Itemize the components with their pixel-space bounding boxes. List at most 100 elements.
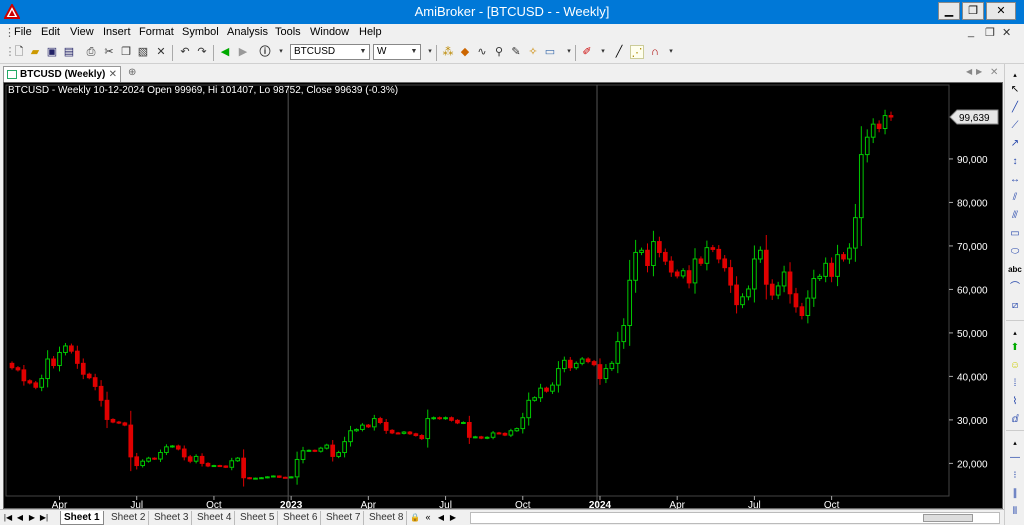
next-sheet-icon[interactable]: ▶ xyxy=(27,512,37,523)
prev-sheet-icon[interactable]: ◀ xyxy=(15,512,25,523)
up-arrow-marker-icon[interactable]: ⬆ xyxy=(1007,340,1023,356)
select-arrow-icon[interactable]: ↖ xyxy=(1007,82,1023,98)
redo-icon[interactable]: ↷ xyxy=(195,45,209,59)
lock-icon[interactable]: 🔒 xyxy=(410,512,420,523)
last-sheet-icon[interactable]: ▶| xyxy=(39,512,49,523)
formula-icon[interactable]: ✎ xyxy=(509,45,523,59)
vertical-line-icon[interactable]: ↕ xyxy=(1007,154,1023,170)
sheet-tab-1[interactable]: Sheet 1 xyxy=(60,511,104,525)
text-tool-icon[interactable]: abc xyxy=(1007,262,1023,278)
pen-color-icon[interactable]: ✐ xyxy=(580,45,594,59)
menu-format[interactable]: Format xyxy=(139,26,174,38)
menu-symbol[interactable]: Symbol xyxy=(182,26,219,38)
interval-combo[interactable]: W ▼ xyxy=(373,44,421,60)
andrews-fork-icon[interactable]: ⅆ xyxy=(1007,412,1023,428)
chart-tab-btcusd[interactable]: BTCUSD (Weekly) ✕ xyxy=(3,66,121,82)
menu-tools[interactable]: Tools xyxy=(275,26,301,38)
line-chart-icon[interactable]: ∿ xyxy=(475,45,489,59)
sheet-tab-7[interactable]: Sheet 7 xyxy=(323,511,365,525)
rectangle-icon[interactable]: ▭ xyxy=(1007,226,1023,242)
toolbar-dropdown-icon[interactable]: ▾ xyxy=(562,45,576,59)
menu-window[interactable]: Window xyxy=(310,26,349,38)
toolbar-dropdown-icon[interactable]: ▾ xyxy=(664,45,678,59)
sheet-tab-5[interactable]: Sheet 5 xyxy=(237,511,279,525)
grid-icon[interactable]: ⁝ xyxy=(1007,468,1023,484)
close-button[interactable]: ✕ xyxy=(986,2,1016,20)
sheet-tab-3[interactable]: Sheet 3 xyxy=(151,511,193,525)
horizontal-scrollbar[interactable] xyxy=(470,512,1000,524)
toolbar-dropdown-icon[interactable]: ▾ xyxy=(274,45,288,59)
timecycle-icon[interactable]: ⦀ xyxy=(1007,504,1023,520)
dotted-line-tool-icon[interactable]: ⋰ xyxy=(630,45,644,59)
sheet-tab-8[interactable]: Sheet 8 xyxy=(366,511,408,525)
wand-icon[interactable]: ✧ xyxy=(526,45,540,59)
open-folder-icon[interactable]: ▰ xyxy=(28,45,42,59)
ellipse-icon[interactable]: ⬭ xyxy=(1007,244,1023,260)
forward-arrow-icon[interactable]: ▶ xyxy=(236,45,250,59)
bar-chart-icon[interactable]: ⁂ xyxy=(441,45,455,59)
new-tab-icon[interactable]: ⊕ xyxy=(128,67,136,78)
minimize-button[interactable]: ▁ xyxy=(938,2,960,20)
sheet-tab-4[interactable]: Sheet 4 xyxy=(194,511,236,525)
close-tab-icon[interactable]: ✕ xyxy=(109,67,117,82)
menu-insert[interactable]: Insert xyxy=(103,26,131,38)
price-chart[interactable]: 20,000 30,000 40,000 50,000 60,000 70,000 80,0… xyxy=(4,83,1004,510)
cut-icon[interactable]: ✂ xyxy=(102,45,116,59)
zoom-icon[interactable]: ⚲ xyxy=(492,45,506,59)
scrollbar-thumb[interactable] xyxy=(923,514,973,522)
horizontal-rule-icon[interactable]: — xyxy=(1007,450,1023,466)
extended-line-icon[interactable]: ↗ xyxy=(1007,136,1023,152)
scroll-right-icon[interactable]: ▶ xyxy=(448,512,458,523)
delete-icon[interactable]: ✕ xyxy=(154,45,168,59)
candle-body xyxy=(342,441,347,454)
columns-icon[interactable]: ∥ xyxy=(1007,486,1023,502)
tab-close-icon[interactable]: ✕ xyxy=(990,67,998,78)
undo-icon[interactable]: ↶ xyxy=(178,45,192,59)
candle-body xyxy=(763,249,769,285)
info-icon[interactable]: ⓘ xyxy=(258,45,272,59)
candlestick-icon[interactable]: ◆ xyxy=(458,45,472,59)
menu-edit[interactable]: Edit xyxy=(41,26,60,38)
tab-scroll-left-icon[interactable]: ◀ xyxy=(966,67,972,76)
fibonacci-icon[interactable]: ⧄ xyxy=(1007,298,1023,314)
back-arrow-icon[interactable]: ◀ xyxy=(218,45,232,59)
toolbar-dropdown-icon[interactable]: ▾ xyxy=(596,45,610,59)
paste-icon[interactable]: ▧ xyxy=(136,45,150,59)
trendline-tool-icon[interactable]: ╱ xyxy=(612,45,626,59)
new-file-icon[interactable]: 🗋 xyxy=(12,45,26,59)
candle-body xyxy=(680,270,686,277)
sheet-tab-2[interactable]: Sheet 2 xyxy=(108,511,150,525)
sheet-tab-6[interactable]: Sheet 6 xyxy=(280,511,322,525)
gann-fan-icon[interactable]: ⌇ xyxy=(1007,394,1023,410)
scroll-left-icon[interactable]: ◀ xyxy=(436,512,446,523)
scroll-start-icon[interactable]: « xyxy=(423,512,433,523)
menu-help[interactable]: Help xyxy=(359,26,382,38)
copy-icon[interactable]: ❐ xyxy=(119,45,133,59)
first-sheet-icon[interactable]: |◀ xyxy=(3,512,13,523)
smiley-marker-icon[interactable]: ☺ xyxy=(1007,358,1023,374)
trendline-icon[interactable]: ╱ xyxy=(1007,100,1023,116)
menu-view[interactable]: View xyxy=(70,26,94,38)
ray-icon[interactable]: ⟋ xyxy=(1007,118,1023,134)
chart-pane[interactable]: 20,000 30,000 40,000 50,000 60,000 70,000 80,0… xyxy=(3,82,1004,510)
mdi-close-button[interactable]: ✕ xyxy=(1002,26,1011,39)
menu-analysis[interactable]: Analysis xyxy=(227,26,268,38)
toolbar-dropdown-icon[interactable]: ▾ xyxy=(423,45,437,59)
parallel-lines-icon[interactable]: ⫽ xyxy=(1007,190,1023,206)
magnet-icon[interactable]: ∩ xyxy=(648,45,662,59)
save-all-icon[interactable]: ▤ xyxy=(62,45,76,59)
arc-icon[interactable]: ⌒ xyxy=(1007,280,1023,296)
mdi-minimize-button[interactable]: _ xyxy=(968,26,974,38)
screen-icon[interactable]: ▭ xyxy=(543,45,557,59)
horizontal-line-icon[interactable]: ↔ xyxy=(1007,172,1023,188)
tab-scroll-right-icon[interactable]: ▶ xyxy=(976,67,982,76)
save-icon[interactable]: ▣ xyxy=(45,45,59,59)
menu-file[interactable]: File xyxy=(14,26,32,38)
sheet-bar: |◀ ◀ ▶ ▶| Sheet 1 Sheet 2 Sheet 3 Sheet … xyxy=(0,509,1004,525)
cycle-tool-icon[interactable]: ⁞ xyxy=(1007,376,1023,392)
symbol-combo[interactable]: BTCUSD ▼ xyxy=(290,44,370,60)
channel-icon[interactable]: ⫻ xyxy=(1007,208,1023,224)
mdi-restore-button[interactable]: ❐ xyxy=(985,26,995,39)
restore-button[interactable]: ❐ xyxy=(962,2,984,20)
print-icon[interactable]: ⎙ xyxy=(84,45,98,59)
